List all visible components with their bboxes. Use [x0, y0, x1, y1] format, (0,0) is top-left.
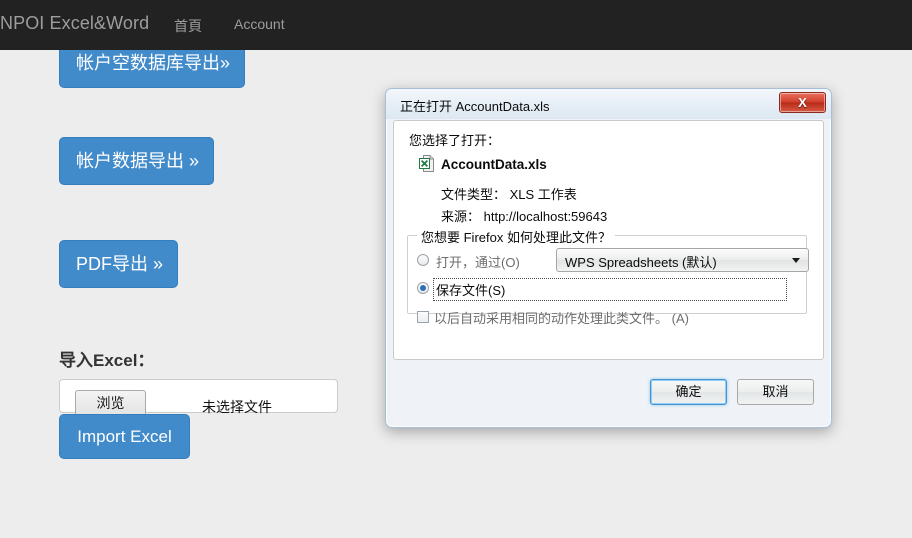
cancel-button[interactable]: 取消: [737, 379, 814, 405]
nav-link-account[interactable]: Account: [234, 16, 285, 32]
dialog-intro-text: 您选择了打开：: [409, 133, 501, 148]
close-icon-glyph: X: [798, 95, 807, 110]
browse-button[interactable]: 浏览: [75, 390, 146, 416]
handling-question-label: 您想要 Firefox 如何处理此文件？: [417, 227, 615, 246]
remember-choice-checkbox[interactable]: [417, 311, 429, 323]
file-status-label: 未选择文件: [202, 399, 272, 415]
open-with-label: 打开，通过(O): [436, 255, 520, 270]
handling-options-fieldset: 您想要 Firefox 如何处理此文件？ 打开，通过(O) WPS Spread…: [407, 227, 809, 326]
navbar-brand[interactable]: NPOI Excel&Word: [0, 13, 149, 34]
application-select[interactable]: WPS Spreadsheets (默认): [556, 248, 809, 272]
excel-file-icon: [419, 155, 435, 172]
dialog-titlebar: 正在打开 AccountData.xls X: [386, 89, 831, 119]
chevron-down-icon: [792, 258, 800, 263]
ok-button[interactable]: 确定: [650, 379, 727, 405]
open-with-radio[interactable]: [417, 254, 429, 266]
dialog-file-type: 文件类型： XLS 工作表: [441, 187, 577, 202]
import-excel-button[interactable]: Import Excel: [59, 414, 190, 459]
open-with-option-row[interactable]: 打开，通过(O) WPS Spreadsheets (默认): [408, 248, 809, 272]
import-excel-heading: 导入Excel：: [59, 351, 155, 370]
export-account-data-button[interactable]: 帐户数据导出 »: [59, 137, 214, 185]
export-pdf-button[interactable]: PDF导出 »: [59, 240, 178, 288]
save-file-radio[interactable]: [417, 282, 429, 294]
dialog-file-source: 来源： http://localhost:59643: [441, 209, 608, 224]
remember-choice-row[interactable]: 以后自动采用相同的动作处理此类文件。 (A): [408, 308, 806, 330]
nav-link-home[interactable]: 首頁: [174, 16, 202, 36]
close-icon[interactable]: X: [779, 92, 826, 113]
dialog-filename: AccountData.xls: [441, 157, 547, 172]
application-select-value: WPS Spreadsheets (默认): [565, 255, 717, 270]
remember-choice-label: 以后自动采用相同的动作处理此类文件。 (A): [434, 311, 689, 326]
save-file-option-row[interactable]: 保存文件(S): [408, 278, 806, 301]
opening-file-dialog: 正在打开 AccountData.xls X 您选择了打开： AccountDa…: [385, 88, 832, 428]
save-file-label: 保存文件(S): [433, 278, 787, 301]
top-navbar: NPOI Excel&Word 首頁 Account: [0, 0, 912, 50]
dialog-title: 正在打开 AccountData.xls: [400, 99, 550, 114]
